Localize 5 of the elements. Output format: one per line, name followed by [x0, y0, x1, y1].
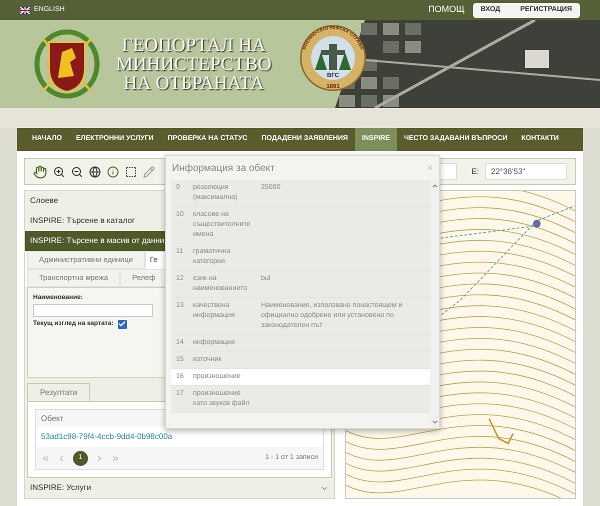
- portal-title: НА ОТБРАНАТА: [123, 74, 264, 92]
- e-coordinate-label: E:: [471, 166, 479, 178]
- portal-title: ГЕОПОРТАЛ НА: [122, 36, 266, 54]
- portal-title: МИНИСТЕРСТВО: [116, 54, 272, 74]
- dialog-title: Информация за обект: [172, 162, 275, 176]
